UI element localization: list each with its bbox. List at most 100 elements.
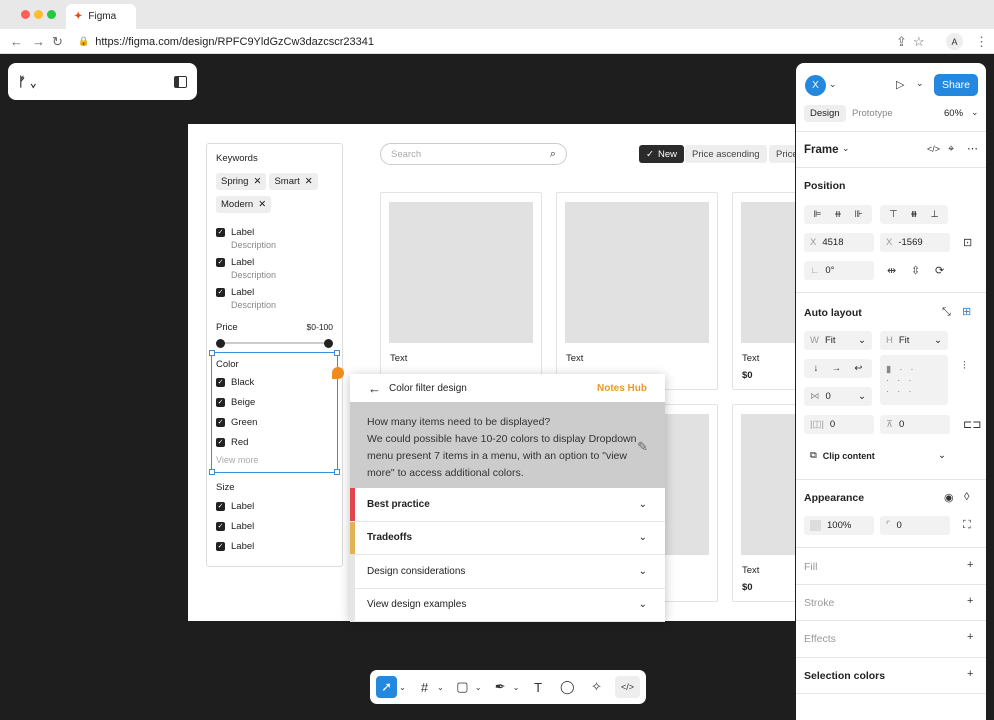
checkbox-checked-icon[interactable]: ✓ <box>216 438 225 447</box>
align-right-icon[interactable]: ⊪ <box>854 209 862 220</box>
size-checkbox[interactable]: ✓ Label <box>216 501 333 512</box>
slider-min-handle[interactable] <box>216 339 225 348</box>
sort-pill-price[interactable]: Price <box>769 145 795 163</box>
constraints-icon[interactable]: ⊡ <box>963 236 972 249</box>
actions-tool-icon[interactable]: ✧ <box>586 676 607 698</box>
flip-vertical-icon[interactable]: ⇳ <box>911 264 920 277</box>
align-left-icon[interactable]: ⊫ <box>813 209 821 220</box>
chevron-down-icon[interactable]: ⌄ <box>639 566 647 577</box>
rotation-field[interactable]: ∟ 0° <box>804 261 874 280</box>
layout-direction-group[interactable]: ↓ → ↩ <box>804 359 872 378</box>
sidebar-toggle-icon[interactable] <box>174 75 187 88</box>
add-stroke-icon[interactable]: + <box>967 595 973 607</box>
accordion-item[interactable]: Best practice ⌄ <box>350 488 665 522</box>
opacity-field[interactable]: 100% <box>804 516 874 535</box>
browser-tab[interactable]: ✦ Figma <box>66 4 136 29</box>
chevron-down-icon[interactable]: ⌄ <box>938 450 946 461</box>
reload-icon[interactable]: ↻ <box>52 34 63 50</box>
minimize-window-dot[interactable] <box>34 10 43 19</box>
view-more-link[interactable]: View more <box>216 455 333 465</box>
size-checkbox[interactable]: ✓ Label <box>216 521 333 532</box>
padding-settings-icon[interactable]: ⊏⊐ <box>963 418 981 431</box>
tab-prototype[interactable]: Prototype <box>852 108 893 119</box>
tab-design[interactable]: Design <box>804 105 846 122</box>
dev-mode-icon[interactable]: </> <box>615 676 641 698</box>
align-top-icon[interactable]: ⊤ <box>889 209 897 220</box>
selection-handle[interactable] <box>334 350 340 356</box>
collapse-layout-icon[interactable]: ⤡ <box>942 306 951 319</box>
drop-icon[interactable]: ◊ <box>964 491 969 503</box>
play-icon[interactable]: ▷ <box>896 78 904 91</box>
back-icon[interactable]: ← <box>10 34 23 49</box>
checkbox-checked-icon[interactable]: ✓ <box>216 288 225 297</box>
more-icon[interactable]: ⋯ <box>967 142 978 155</box>
checkbox-checked-icon[interactable]: ✓ <box>216 418 225 427</box>
frame-tool-icon[interactable]: # <box>414 676 435 698</box>
bookmark-icon[interactable]: ☆ <box>913 34 925 50</box>
clip-content-dropdown[interactable]: ⧉ Clip content ⌄ <box>804 446 952 465</box>
alignment-grid[interactable]: ▮·· ··· ··· <box>880 355 948 405</box>
comment-tool-icon[interactable]: ◯ <box>557 676 578 698</box>
remove-chip-icon[interactable]: ✕ <box>305 176 313 187</box>
pen-tool-icon[interactable]: ✒ <box>490 676 511 698</box>
size-checkbox[interactable]: ✓ Label <box>216 541 333 552</box>
accordion-item[interactable]: Tradeoffs ⌄ <box>350 521 665 555</box>
figma-menu-icon[interactable]: ᚠ ⌄ <box>18 74 37 89</box>
product-card[interactable]: Text <box>380 192 542 390</box>
alignment-dots-icon[interactable]: ▮·· ··· ··· <box>886 364 922 397</box>
text-tool-icon[interactable]: T <box>528 676 549 698</box>
corner-radius-field[interactable]: ⌜ 0 <box>880 516 950 535</box>
keyword-chip[interactable]: Modern ✕ <box>216 196 272 213</box>
checkbox-checked-icon[interactable]: ✓ <box>216 502 225 511</box>
move-tool-icon[interactable]: ➚ <box>376 676 398 698</box>
eye-icon[interactable]: ◉ <box>944 491 954 504</box>
remove-chip-icon[interactable]: ✕ <box>253 176 261 187</box>
chevron-down-icon[interactable]: ⌄ <box>437 683 444 692</box>
sort-pill-new[interactable]: ✓ New <box>639 145 684 163</box>
comment-pin-icon[interactable] <box>332 367 344 379</box>
share-page-icon[interactable]: ⇪ <box>896 34 907 50</box>
close-window-dot[interactable] <box>21 10 30 19</box>
align-center-h-icon[interactable]: ⧺ <box>834 209 842 220</box>
arrow-right-icon[interactable]: → <box>832 363 842 374</box>
color-checkbox[interactable]: ✓ Red <box>216 437 333 448</box>
checkbox-checked-icon[interactable]: ✓ <box>216 542 225 551</box>
color-checkbox[interactable]: ✓ Green <box>216 417 333 428</box>
maximize-window-dot[interactable] <box>47 10 56 19</box>
component-icon[interactable]: ⌖ <box>948 143 954 156</box>
checkbox-item[interactable]: ✓ Label Description <box>216 257 333 280</box>
vertical-padding-field[interactable]: ⊼ 0 <box>880 415 950 434</box>
layout-grid-icon[interactable]: ⊞ <box>962 305 971 318</box>
layout-settings-icon[interactable]: ⫶ <box>963 360 966 373</box>
checkbox-checked-icon[interactable]: ✓ <box>216 378 225 387</box>
chevron-down-icon[interactable]: ⌄ <box>971 107 979 118</box>
keyword-chip[interactable]: Spring ✕ <box>216 173 267 190</box>
notes-hub-label[interactable]: Notes Hub <box>597 383 647 394</box>
accordion-item[interactable]: Design considerations ⌄ <box>350 555 665 589</box>
corner-expand-icon[interactable]: ⛶ <box>963 519 971 532</box>
chevron-down-icon[interactable]: ⌄ <box>934 335 942 346</box>
checkbox-item[interactable]: ✓ Label Description <box>216 287 333 310</box>
chevron-down-icon[interactable]: ⌄ <box>858 391 866 402</box>
price-slider[interactable] <box>216 337 333 349</box>
width-field[interactable]: W Fit ⌄ <box>804 331 872 350</box>
checkbox-item[interactable]: ✓ Label Description <box>216 227 333 250</box>
selection-handle[interactable] <box>209 350 215 356</box>
y-position-field[interactable]: X -1569 <box>880 233 950 252</box>
selection-handle[interactable] <box>209 469 215 475</box>
product-card[interactable]: Text $0 <box>732 192 795 390</box>
horizontal-padding-field[interactable]: |◫| 0 <box>804 415 874 434</box>
vertical-align-group[interactable]: ⊤ ⧻ ⊥ <box>880 205 948 224</box>
height-field[interactable]: H Fit ⌄ <box>880 331 948 350</box>
product-card[interactable]: Text $0 <box>732 404 795 602</box>
chevron-down-icon[interactable]: ⌄ <box>639 599 647 610</box>
selection-handle[interactable] <box>334 469 340 475</box>
zoom-level[interactable]: 60% <box>944 108 963 119</box>
product-card[interactable]: Text <box>556 192 718 390</box>
wrap-icon[interactable]: ↩ <box>854 363 862 374</box>
rectangle-tool-icon[interactable]: ▢ <box>452 676 473 698</box>
checkbox-checked-icon[interactable]: ✓ <box>216 522 225 531</box>
color-checkbox[interactable]: ✓ Beige <box>216 397 333 408</box>
share-button[interactable]: Share <box>934 74 978 96</box>
x-position-field[interactable]: X 4518 <box>804 233 874 252</box>
